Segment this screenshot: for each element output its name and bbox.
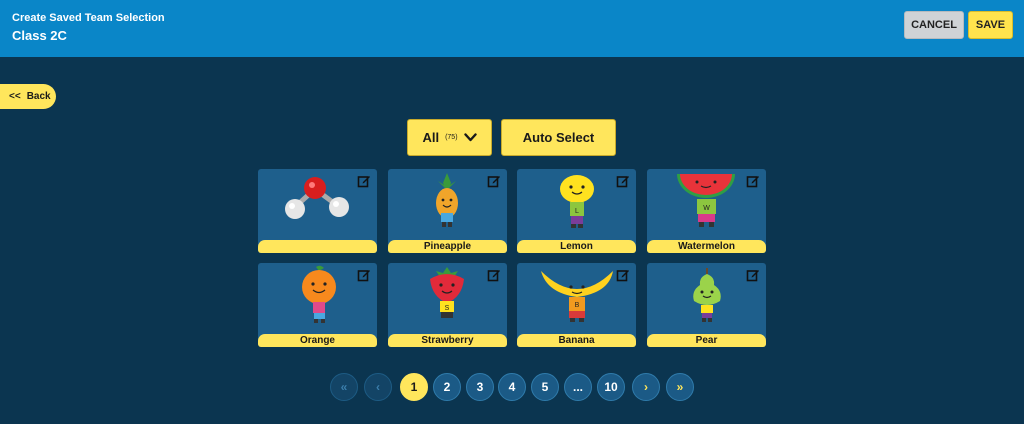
character-card-pineapple[interactable]: Pineapple xyxy=(388,169,507,253)
first-page-button[interactable]: « xyxy=(330,373,358,401)
character-card-strawberry[interactable]: S Strawberry xyxy=(388,263,507,347)
edit-icon[interactable] xyxy=(357,268,371,282)
page-button-5[interactable]: 5 xyxy=(531,373,559,401)
back-button[interactable]: << Back xyxy=(0,84,56,109)
save-button[interactable]: SAVE xyxy=(968,11,1013,39)
page-button-2[interactable]: 2 xyxy=(433,373,461,401)
filter-label: All xyxy=(422,130,440,145)
character-card-lemon[interactable]: L Lemon xyxy=(517,169,636,253)
edit-icon[interactable] xyxy=(616,268,630,282)
edit-icon[interactable] xyxy=(487,174,501,188)
page-button-1[interactable]: 1 xyxy=(400,373,428,401)
card-label xyxy=(258,240,377,253)
page-title: Class 2C xyxy=(12,28,67,43)
character-card-water-molecule[interactable] xyxy=(258,169,377,253)
edit-icon[interactable] xyxy=(616,174,630,188)
page-ellipsis: ... xyxy=(564,373,592,401)
svg-text:B: B xyxy=(575,302,580,309)
page-button-4[interactable]: 4 xyxy=(498,373,526,401)
edit-icon[interactable] xyxy=(357,174,371,188)
filter-dropdown[interactable]: All (75) xyxy=(407,119,492,156)
character-card-banana[interactable]: B Banana xyxy=(517,263,636,347)
page-button-3[interactable]: 3 xyxy=(466,373,494,401)
page-subtitle: Create Saved Team Selection xyxy=(12,12,165,24)
edit-icon[interactable] xyxy=(746,268,760,282)
character-card-orange[interactable]: Orange xyxy=(258,263,377,347)
chevron-down-icon xyxy=(463,133,477,142)
prev-page-button[interactable]: ‹ xyxy=(364,373,392,401)
page-button-10[interactable]: 10 xyxy=(597,373,625,401)
svg-text:L: L xyxy=(575,208,579,215)
character-card-pear[interactable]: Pear xyxy=(647,263,766,347)
card-label: Strawberry xyxy=(388,334,507,347)
card-label: Watermelon xyxy=(647,240,766,253)
filter-count: (75) xyxy=(445,134,458,141)
card-label: Pineapple xyxy=(388,240,507,253)
double-chevron-left-icon: << xyxy=(9,91,21,102)
card-label: Lemon xyxy=(517,240,636,253)
next-page-button[interactable]: › xyxy=(632,373,660,401)
svg-text:W: W xyxy=(703,205,710,212)
back-label: Back xyxy=(26,91,51,102)
card-label: Banana xyxy=(517,334,636,347)
svg-text:S: S xyxy=(445,305,450,312)
auto-select-button[interactable]: Auto Select xyxy=(501,119,616,156)
cancel-button[interactable]: CANCEL xyxy=(904,11,964,39)
edit-icon[interactable] xyxy=(746,174,760,188)
card-label: Pear xyxy=(647,334,766,347)
header-bar: Create Saved Team Selection Class 2C CAN… xyxy=(0,0,1024,57)
card-label: Orange xyxy=(258,334,377,347)
character-card-watermelon[interactable]: W Watermelon xyxy=(647,169,766,253)
edit-icon[interactable] xyxy=(487,268,501,282)
last-page-button[interactable]: » xyxy=(666,373,694,401)
